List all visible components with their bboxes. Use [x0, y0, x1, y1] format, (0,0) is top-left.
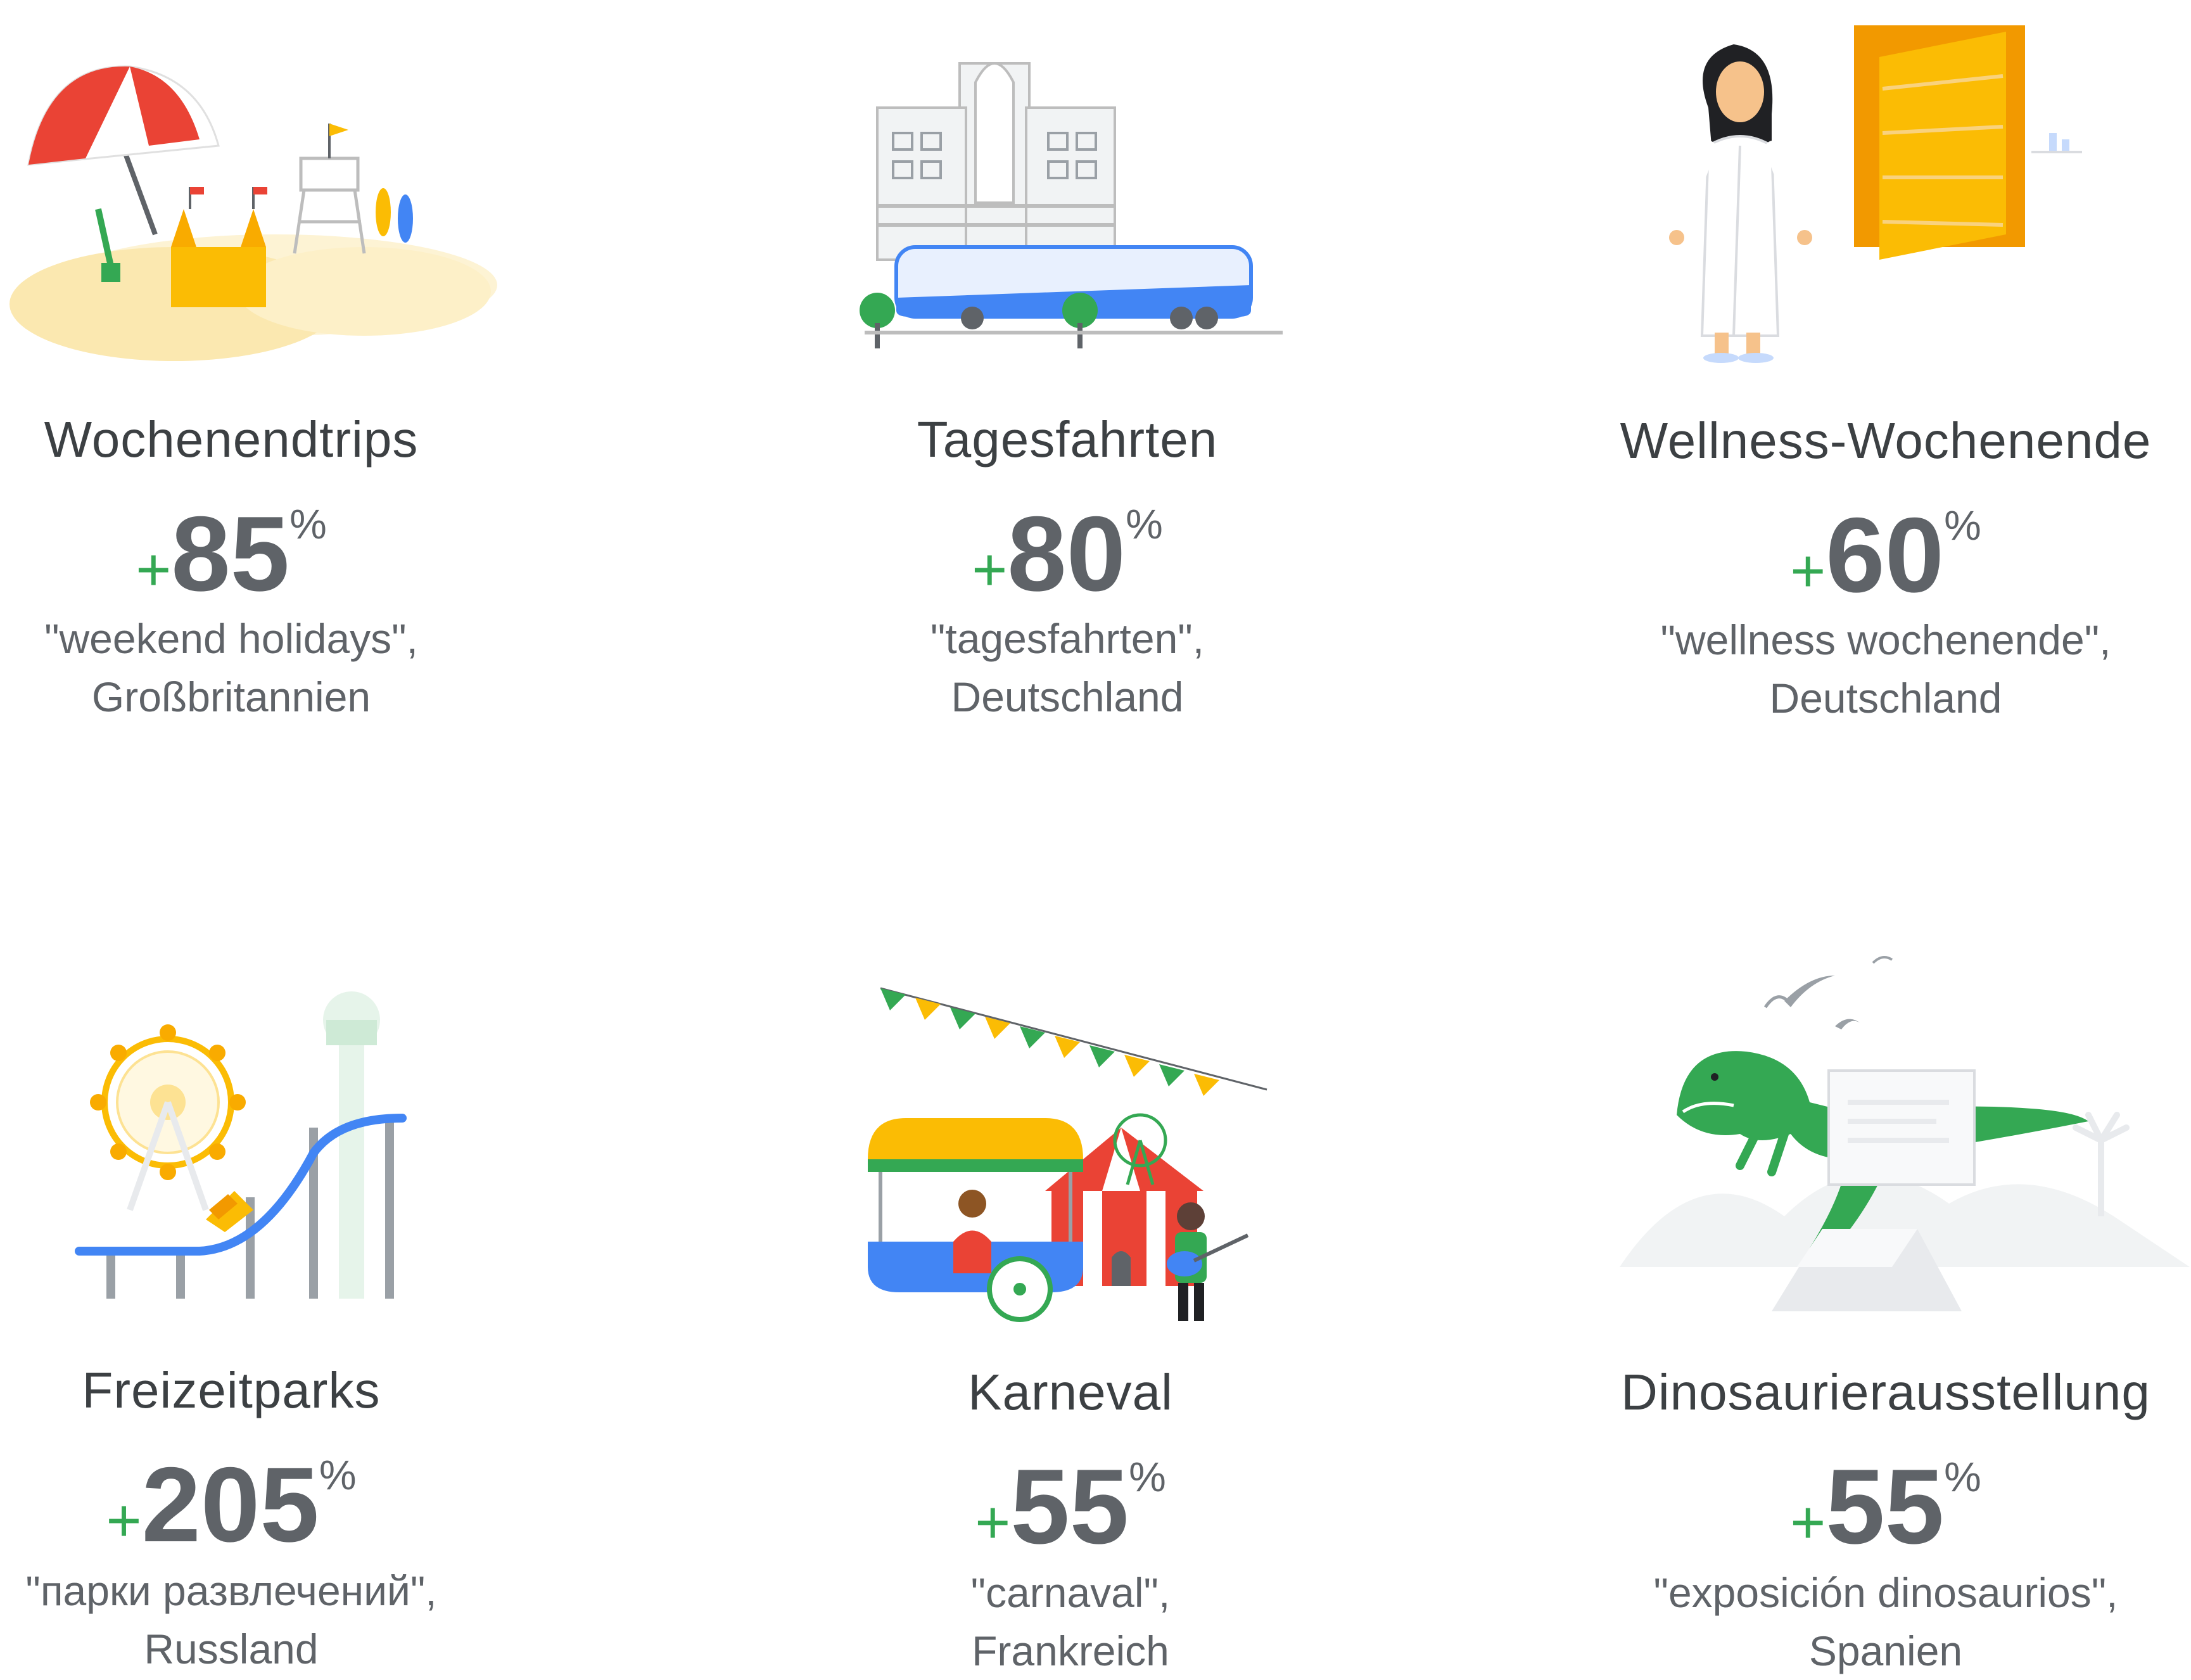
growth-stat: +55%: [1537, 1453, 2191, 1560]
growth-value: 55: [1010, 1447, 1129, 1566]
search-query: "carnaval",: [970, 1569, 1171, 1616]
plus-sign: +: [136, 536, 172, 604]
country-name: Deutschland: [951, 673, 1184, 720]
plus-sign: +: [1790, 537, 1826, 605]
beach-sandcastle-illustration: [10, 65, 497, 361]
carnival-circus-illustration: [868, 987, 1267, 1322]
percent-sign: %: [1126, 500, 1163, 547]
percent-sign: %: [1944, 502, 1981, 549]
plus-sign: +: [106, 1487, 142, 1555]
percent-sign: %: [319, 1451, 357, 1498]
card-title: Dinosaurierausstellung: [1621, 1364, 2150, 1420]
growth-stat: +80%: [719, 500, 1416, 607]
country-name: Frankreich: [972, 1627, 1169, 1674]
growth-value: 60: [1826, 495, 1945, 614]
search-query: "exposición dinosaurios",: [1653, 1569, 2118, 1616]
search-query: "wellness wochenende",: [1660, 616, 2111, 663]
growth-stat: +85%: [0, 500, 580, 607]
amusement-park-illustration: [75, 991, 407, 1299]
growth-value: 80: [1007, 494, 1126, 613]
plus-sign: +: [1790, 1489, 1826, 1556]
card-title: Freizeitparks: [82, 1362, 381, 1418]
percent-sign: %: [1129, 1453, 1166, 1500]
growth-value: 55: [1826, 1447, 1945, 1566]
percent-sign: %: [289, 500, 327, 547]
growth-stat: +55%: [722, 1453, 1419, 1560]
plus-sign: +: [975, 1489, 1011, 1556]
search-query: "парки развлечений",: [25, 1567, 437, 1614]
dinosaur-exhibition-illustration: [1620, 956, 2190, 1311]
growth-value: 205: [141, 1445, 319, 1564]
country-name: Spanien: [1808, 1627, 1963, 1674]
country-name: Russland: [144, 1626, 319, 1672]
card-title: Tagesfahrten: [917, 411, 1218, 468]
spa-woman-bathrobe-illustration: [1668, 25, 2082, 363]
bus-station-illustration: [860, 62, 1283, 348]
card-title: Wochenendtrips: [44, 411, 419, 468]
plus-sign: +: [972, 536, 1008, 604]
growth-stat: +60%: [1537, 502, 2191, 608]
search-query: "tagesfahrten",: [930, 615, 1205, 662]
country-name: Deutschland: [1769, 675, 2002, 722]
percent-sign: %: [1944, 1453, 1981, 1500]
search-query: "weekend holidays",: [44, 615, 418, 662]
growth-stat: +205%: [0, 1451, 580, 1558]
card-title: Karneval: [968, 1364, 1173, 1420]
country-name: Großbritannien: [91, 673, 371, 720]
growth-value: 85: [171, 494, 290, 613]
card-title: Wellness-Wochenende: [1620, 412, 2152, 469]
